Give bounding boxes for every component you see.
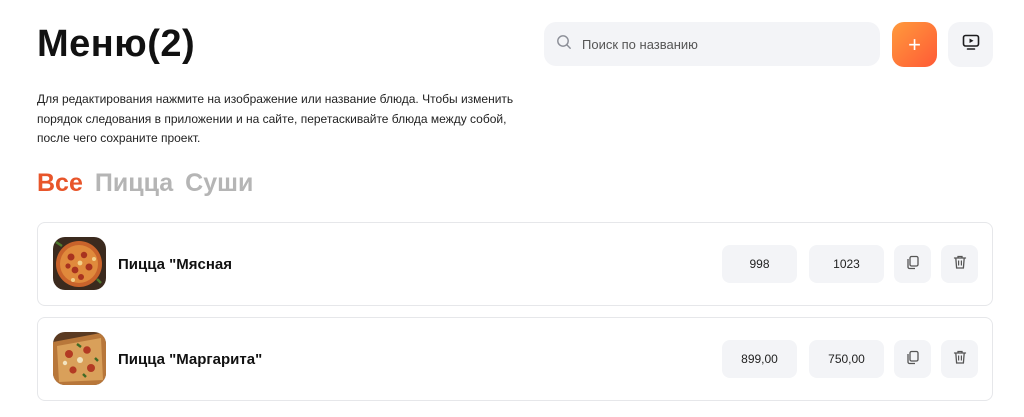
tab-sushi[interactable]: Суши [185, 168, 253, 198]
plus-icon: + [908, 31, 921, 57]
copy-icon [905, 349, 921, 370]
delete-button[interactable] [941, 340, 978, 378]
dish-row[interactable]: Пицца "Маргарита" 899,00 750,00 [37, 317, 993, 401]
add-dish-button[interactable]: + [892, 22, 937, 67]
search-bar[interactable] [544, 22, 880, 66]
tab-pizza[interactable]: Пицца [95, 168, 173, 198]
price-field[interactable]: 899,00 [722, 340, 797, 378]
dish-image[interactable] [53, 237, 106, 290]
dish-image[interactable] [53, 332, 106, 385]
description-text: Для редактирования нажмите на изображени… [37, 92, 514, 145]
trash-icon [952, 254, 968, 275]
copy-button[interactable] [894, 245, 931, 283]
old-price-field[interactable]: 750,00 [809, 340, 884, 378]
tab-all[interactable]: Все [37, 168, 83, 198]
old-price-field[interactable]: 1023 [809, 245, 884, 283]
price-field[interactable]: 998 [722, 245, 797, 283]
page-title: Меню(2) [37, 23, 196, 65]
preview-button[interactable] [948, 22, 993, 67]
monitor-play-icon [961, 32, 981, 57]
dish-name[interactable]: Пицца "Маргарита" [118, 318, 262, 400]
search-input[interactable] [582, 36, 872, 52]
category-tabs: Все Пицца Суши [37, 168, 253, 198]
copy-button[interactable] [894, 340, 931, 378]
copy-icon [905, 254, 921, 275]
dish-name[interactable]: Пицца "Мясная [118, 223, 232, 305]
trash-icon [952, 349, 968, 370]
delete-button[interactable] [941, 245, 978, 283]
dish-row[interactable]: Пицца "Мясная 998 1023 [37, 222, 993, 306]
search-icon [556, 34, 572, 55]
